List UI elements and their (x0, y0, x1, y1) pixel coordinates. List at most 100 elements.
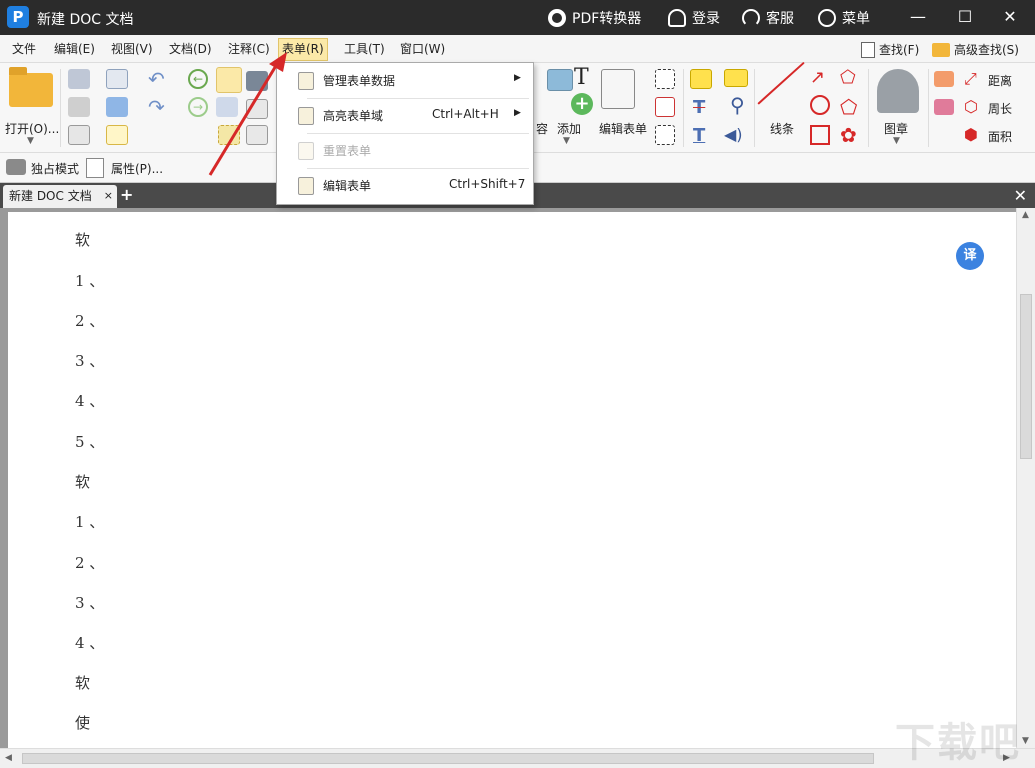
menu-item-highlight-fields[interactable]: 高亮表单域 Ctrl+Alt+H ▶ (277, 98, 533, 132)
tab-document[interactable]: 新建 DOC 文档 × (3, 185, 117, 208)
undo-icon[interactable]: ↶ (148, 67, 165, 91)
typewriter-icon[interactable] (690, 69, 712, 89)
note-icon[interactable] (724, 69, 748, 87)
find-label: 查找(F) (879, 41, 919, 59)
new-tab-button[interactable]: + (120, 186, 133, 204)
lines-label[interactable]: 线条 (770, 120, 794, 137)
login-button[interactable]: 登录 (668, 8, 720, 28)
translate-icon[interactable]: 译 (956, 242, 984, 270)
menu-item-edit-form[interactable]: 编辑表单 Ctrl+Shift+7 (277, 168, 533, 202)
menu-edit[interactable]: 编辑(E) (51, 40, 98, 60)
scroll-left-icon[interactable]: ◀ (5, 753, 12, 763)
doc-line: 4 、 (75, 390, 104, 411)
cloud-tool-icon[interactable]: ✿ (840, 123, 857, 147)
attachment-icon[interactable]: ⚲ (730, 93, 745, 117)
advanced-find-button[interactable]: 高级查找(S) (929, 40, 1022, 60)
scroll-up-icon[interactable]: ▲ (1022, 210, 1029, 220)
menu-tools[interactable]: 工具(T) (341, 40, 388, 60)
redo-icon[interactable]: ↷ (148, 95, 165, 119)
stamp-icon[interactable] (877, 69, 919, 113)
text-t-icon[interactable]: T (574, 65, 589, 90)
menu-item-label: 编辑表单 (323, 177, 371, 194)
image-icon[interactable] (547, 69, 573, 91)
vertical-scrollbar[interactable]: ▲ ▼ (1016, 208, 1035, 753)
ribbon-separator (754, 69, 755, 147)
add-dropdown-icon[interactable]: ▼ (563, 136, 570, 146)
area-label[interactable]: 面积 (988, 128, 1012, 145)
export-icon[interactable] (68, 125, 90, 145)
open-label[interactable]: 打开(O)... (5, 120, 59, 137)
arrow-tool-icon[interactable]: ↗ (810, 67, 825, 88)
manage-form-data-icon (298, 72, 314, 90)
menu-item-shortcut: Ctrl+Shift+7 (449, 177, 525, 191)
tab-close-icon[interactable]: × (104, 185, 113, 207)
area-icon[interactable]: ⬢ (964, 125, 978, 144)
distance-icon[interactable]: ⤢ (964, 69, 977, 89)
menu-view[interactable]: 视图(V) (108, 40, 156, 60)
pdf-converter-label: PDF转换器 (572, 8, 641, 28)
perimeter-label[interactable]: 周长 (988, 100, 1012, 117)
horizontal-scrollbar[interactable]: ◀ ▶ (0, 748, 1035, 768)
perimeter-icon[interactable]: ⬡ (964, 97, 978, 116)
callout-icon[interactable] (655, 125, 675, 145)
properties-icon (86, 158, 104, 178)
distance-label[interactable]: 距离 (988, 72, 1012, 89)
print-icon[interactable] (68, 97, 90, 117)
menu-window[interactable]: 窗口(W) (397, 40, 448, 60)
scroll-down-icon[interactable]: ▼ (1022, 736, 1029, 746)
menu-bar: 文件 编辑(E) 视图(V) 文档(D) 注释(C) 表单(R) 工具(T) 窗… (0, 35, 1035, 63)
textbox-icon[interactable] (655, 97, 675, 117)
properties-button[interactable]: 属性(P)... (111, 160, 163, 177)
find-button[interactable]: 查找(F) (858, 40, 922, 60)
open-dropdown-icon[interactable]: ▼ (27, 136, 34, 146)
line-tool-icon[interactable] (757, 62, 804, 105)
pencil-icon[interactable] (934, 71, 954, 87)
document-page[interactable]: 软 1 、 2 、 3 、 4 、 5 、 软 1 、 2 、 3 、 4 、 … (8, 212, 1016, 753)
menu-item-manage-form-data[interactable]: 管理表单数据 ▶ (277, 63, 533, 97)
app-logo-icon: P (7, 6, 29, 28)
headset-icon (742, 9, 760, 27)
save-icon[interactable] (68, 69, 90, 89)
stamp-dropdown-icon[interactable]: ▼ (893, 136, 900, 146)
submenu-arrow-icon: ▶ (514, 108, 521, 118)
close-all-tabs-button[interactable]: ✕ (1014, 186, 1027, 205)
textfield-icon[interactable] (655, 69, 675, 89)
rectangle-tool-icon[interactable] (810, 125, 830, 145)
doc-line: 5 、 (75, 431, 104, 452)
add-label[interactable]: 添加 (557, 120, 581, 137)
strikeout-icon[interactable]: T (693, 97, 705, 118)
doc-line: 3 、 (75, 592, 104, 613)
edit-form-icon[interactable] (601, 69, 635, 109)
ribbon-separator (60, 69, 61, 147)
contents-label[interactable]: 容 (536, 120, 548, 137)
oval-tool-icon[interactable] (810, 95, 830, 115)
highlight-fields-icon (298, 107, 314, 125)
service-button[interactable]: 客服 (742, 8, 794, 28)
sound-icon[interactable]: ◀) (724, 125, 743, 144)
add-icon[interactable]: + (571, 93, 593, 115)
ribbon-separator (868, 69, 869, 147)
underline-icon[interactable]: T (693, 125, 705, 146)
edit-form-icon (298, 177, 314, 195)
pdf-converter-button[interactable]: PDF转换器 (548, 8, 641, 28)
new-icon[interactable] (106, 125, 128, 145)
email-icon[interactable] (106, 69, 128, 89)
edit-form-label[interactable]: 编辑表单 (599, 120, 647, 137)
maximize-button[interactable]: ☐ (955, 8, 975, 26)
ribbon-separator (683, 69, 684, 147)
annotation-arrow-icon (205, 50, 295, 180)
polygon-tool-icon[interactable]: ⬠ (840, 95, 857, 119)
scan-icon[interactable] (106, 97, 128, 117)
vertical-scroll-thumb[interactable] (1020, 294, 1032, 459)
menu-file[interactable]: 文件 (9, 40, 39, 60)
open-folder-icon[interactable] (9, 73, 53, 107)
doc-line: 使 (75, 712, 90, 733)
eraser-icon[interactable] (934, 99, 954, 115)
stamp-label[interactable]: 图章 (884, 120, 908, 137)
minimize-button[interactable]: — (908, 8, 928, 26)
polyline-tool-icon[interactable]: ⬠ (840, 67, 856, 88)
horizontal-scroll-thumb[interactable] (22, 753, 874, 764)
exclusive-mode-button[interactable]: 独占模式 (31, 160, 79, 177)
menu-button[interactable]: 菜单 (818, 8, 870, 28)
close-button[interactable]: ✕ (1000, 8, 1020, 26)
